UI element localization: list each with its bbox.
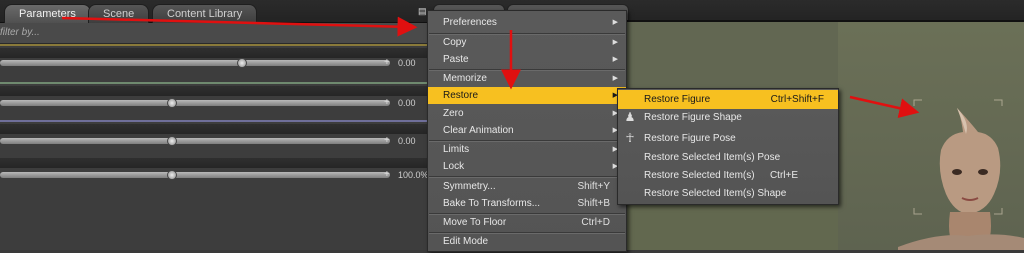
param-row-2: + 0.00: [0, 86, 430, 108]
param-slider-2[interactable]: [0, 100, 390, 106]
divider-line: [0, 120, 430, 122]
param-label-bar: [0, 158, 430, 168]
menu-item-move-to-floor[interactable]: Move To Floor Ctrl+D: [428, 214, 626, 231]
tab-parameters-label: Parameters: [19, 8, 76, 20]
menu-item-paste[interactable]: Paste ▶: [428, 51, 626, 68]
submenu-item-label: Restore Selected Item(s): [644, 170, 755, 181]
increment-icon[interactable]: +: [384, 57, 390, 68]
param-label-bar: [0, 48, 430, 58]
menu-item-label: Symmetry...: [443, 181, 496, 192]
submenu-item-label: Restore Figure Shape: [644, 112, 742, 123]
tab-scene[interactable]: Scene: [88, 4, 150, 23]
param-value[interactable]: 0.00: [398, 58, 416, 68]
parameters-panel: + 0.00 + 0.00 + 0.00 + 100.0%: [0, 44, 430, 250]
viewport-area[interactable]: [626, 22, 838, 88]
param-row-1: + 0.00: [0, 48, 430, 68]
menu-item-label: Lock: [443, 161, 465, 172]
param-label-bar: [0, 124, 430, 134]
param-slider-1[interactable]: [0, 60, 390, 66]
menu-item-label: Limits: [443, 144, 470, 155]
menu-item-label: Restore: [443, 90, 479, 101]
submenu-arrow-icon: ▶: [612, 56, 618, 63]
tab-scene-label: Scene: [103, 8, 135, 20]
param-row-3: + 0.00: [0, 124, 430, 146]
menu-item-symmetry[interactable]: Symmetry... Shift+Y: [428, 178, 626, 195]
submenu-arrow-icon: ▶: [612, 75, 618, 82]
menu-item-label: Copy: [443, 37, 467, 48]
menu-item-label: Move To Floor: [443, 217, 507, 228]
submenu-arrow-icon: ▶: [612, 19, 618, 26]
slider-knob[interactable]: [167, 98, 177, 108]
submenu-item-label: Restore Selected Item(s) Shape: [644, 188, 787, 199]
menu-item-label: Edit Mode: [443, 236, 489, 247]
menu-item-preferences[interactable]: Preferences ▶: [428, 14, 626, 31]
param-slider-4[interactable]: [0, 172, 390, 178]
filter-row: filter by...: [0, 23, 430, 44]
slider-knob[interactable]: [237, 58, 247, 68]
figure-shape-icon: ♟: [624, 110, 636, 124]
divider-line: [0, 82, 430, 84]
param-value[interactable]: 0.00: [398, 136, 416, 146]
menu-item-shortcut: Shift+Y: [577, 181, 610, 192]
menu-item-limits[interactable]: Limits ▶: [428, 141, 626, 158]
viewport-area[interactable]: [626, 204, 838, 250]
submenu-item-shortcut: Ctrl+Shift+F: [770, 94, 824, 105]
submenu-item-label: Restore Figure Pose: [644, 133, 736, 144]
menu-item-label: Paste: [443, 54, 469, 65]
context-menu: Preferences ▶ Copy ▶ Paste ▶ Memorize ▶ Rest…: [427, 10, 627, 252]
slider-knob[interactable]: [167, 136, 177, 146]
menu-item-restore[interactable]: Restore ▶: [428, 87, 626, 104]
tab-parameters[interactable]: Parameters: [4, 4, 91, 23]
submenu-item-restore-figure-pose[interactable]: ☥ Restore Figure Pose: [618, 129, 838, 148]
slider-knob[interactable]: [167, 170, 177, 180]
menu-item-copy[interactable]: Copy ▶: [428, 34, 626, 51]
submenu-item-restore-figure-shape[interactable]: ♟ Restore Figure Shape: [618, 108, 838, 127]
menu-item-memorize[interactable]: Memorize ▶: [428, 70, 626, 87]
menu-item-bake-to-transforms[interactable]: Bake To Transforms... Shift+B: [428, 195, 626, 212]
menu-item-label: Preferences: [443, 17, 497, 28]
submenu-arrow-icon: ▶: [612, 39, 618, 46]
figure-model: [898, 99, 1024, 250]
submenu-item-label: Restore Selected Item(s) Pose: [644, 152, 781, 163]
menu-item-label: Zero: [443, 108, 464, 119]
submenu-item-restore-selected-shape[interactable]: Restore Selected Item(s) Shape: [618, 184, 838, 203]
viewport[interactable]: [838, 22, 1024, 250]
param-label-bar: [0, 86, 430, 96]
param-value[interactable]: 0.00: [398, 98, 416, 108]
tab-content-library[interactable]: Content Library: [152, 4, 258, 23]
increment-icon[interactable]: +: [384, 97, 390, 108]
menu-item-label: Memorize: [443, 73, 487, 84]
submenu-item-shortcut: Ctrl+E: [769, 170, 798, 181]
increment-icon[interactable]: +: [384, 169, 390, 180]
tab-content-library-label: Content Library: [167, 8, 243, 20]
divider-line: [0, 44, 430, 46]
menu-item-shortcut: Shift+B: [577, 198, 610, 209]
submenu-item-restore-selected-pose[interactable]: Restore Selected Item(s) Pose: [618, 148, 838, 167]
submenu-item-restore-figure[interactable]: Restore Figure Ctrl+Shift+F: [618, 90, 838, 109]
menu-item-edit-mode[interactable]: Edit Mode: [428, 233, 626, 250]
menu-item-label: Bake To Transforms...: [443, 198, 541, 209]
filter-input[interactable]: filter by...: [0, 27, 40, 39]
figure-pose-icon: ☥: [625, 131, 635, 145]
increment-icon[interactable]: +: [384, 135, 390, 146]
param-row-4: + 100.0%: [0, 158, 430, 180]
menu-item-label: Clear Animation: [443, 125, 514, 136]
submenu-item-label: Restore Figure: [644, 94, 711, 105]
param-slider-3[interactable]: [0, 138, 390, 144]
param-value[interactable]: 100.0%: [398, 170, 429, 180]
menu-item-clear-animation[interactable]: Clear Animation ▶: [428, 122, 626, 139]
menu-item-zero[interactable]: Zero ▶: [428, 105, 626, 122]
menu-item-shortcut: Ctrl+D: [581, 217, 610, 228]
restore-submenu: Restore Figure Ctrl+Shift+F ♟ Restore Fi…: [617, 88, 839, 205]
menu-item-lock[interactable]: Lock ▶: [428, 158, 626, 175]
submenu-item-restore-selected[interactable]: Restore Selected Item(s) Ctrl+E: [618, 166, 838, 185]
